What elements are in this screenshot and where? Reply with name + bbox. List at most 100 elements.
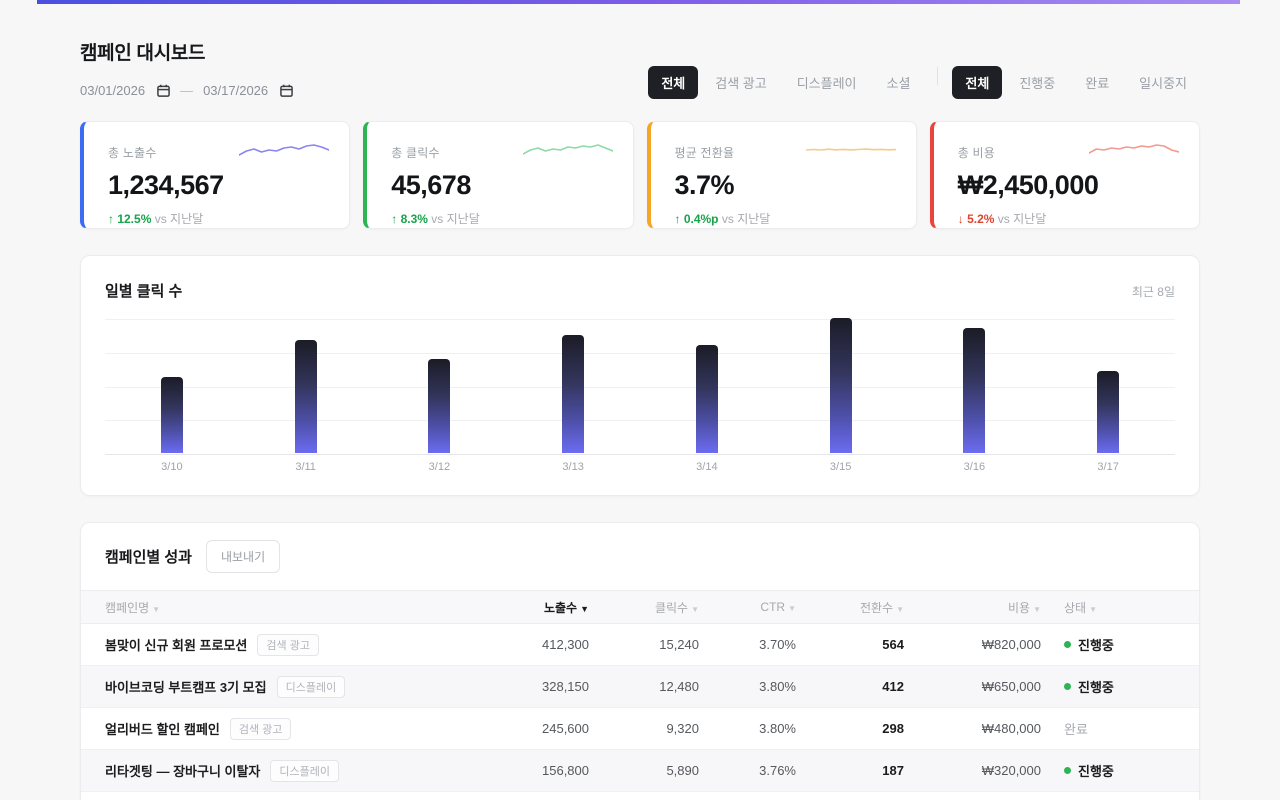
x-axis-label: 3/16 [908,461,1042,473]
kpi-delta: ↓ 5.2% vs 지난달 [958,210,1175,227]
campaign-type-tabs: 전체검색 광고디스플레이소셜 [648,66,923,99]
table-row[interactable]: 리타겟팅 — 장바구니 이탈자디스플레이156,8005,8903.76%187… [81,750,1199,792]
sort-arrow-icon: ▼ [1089,605,1097,614]
table-row[interactable]: 바이브코딩 부트캠프 3기 모집디스플레이328,15012,4803.80%4… [81,666,1199,708]
date-from-input[interactable]: 03/01/2026 [80,83,170,98]
impressions-cell: 156,800 [479,763,589,778]
clicks-cell: 5,890 [589,763,699,778]
status-cell: 완료 [1041,719,1175,738]
column-label: 캠페인명 [105,601,149,615]
campaign-type-badge: 검색 광고 [230,718,292,740]
conversions-cell: 298 [796,721,904,736]
calendar-icon[interactable] [280,84,293,97]
kpi-delta-value: ↑ 12.5% [108,212,155,226]
impressions-cell: 245,600 [479,721,589,736]
chart-gridline [105,387,1175,388]
tab-type-전체[interactable]: 전체 [648,66,698,99]
export-button[interactable]: 내보내기 [206,540,280,573]
ctr-cell: 3.70% [699,637,796,652]
column-header-노출수[interactable]: 노출수▼ [479,599,589,616]
kpi-card: 총 노출수1,234,567↑ 12.5% vs 지난달 [80,121,350,229]
tab-status-일시중지[interactable]: 일시중지 [1126,66,1200,99]
tab-status-전체[interactable]: 전체 [952,66,1002,99]
bar-3/14 [696,345,718,453]
filter-bar: 전체검색 광고디스플레이소셜 전체진행중완료일시중지 [648,52,1200,99]
campaign-type-badge: 검색 광고 [257,634,319,656]
kpi-sparkline-icon [239,138,329,169]
chart-range-label: 최근 8일 [1132,283,1175,300]
kpi-sparkline-icon [523,138,613,169]
conversions-cell: 412 [796,679,904,694]
column-label: 전환수 [860,601,893,615]
impressions-cell: 412,300 [479,637,589,652]
chart-title: 일별 클릭 수 [105,280,182,301]
campaign-type-badge: 디스플레이 [270,760,339,782]
tab-status-완료[interactable]: 완료 [1072,66,1122,99]
kpi-card-row: 총 노출수1,234,567↑ 12.5% vs 지난달총 클릭수45,678↑… [80,121,1200,229]
campaign-name: 바이브코딩 부트캠프 3기 모집 [105,677,267,696]
table-row[interactable]: 봄맞이 신규 회원 프로모션 검색 광고 412,30015,2403.70%564… [81,624,1199,666]
bar-3/11 [295,340,317,453]
kpi-delta: ↑ 8.3% vs 지난달 [391,210,608,227]
kpi-card: 총 비용₩2,450,000↓ 5.2% vs 지난달 [930,121,1200,229]
column-header-캠페인명[interactable]: 캠페인명▼ [105,599,479,616]
campaign-name: 봄맞이 신규 회원 프로모션 [105,635,247,654]
x-axis-label: 3/11 [239,461,373,473]
column-header-전환수[interactable]: 전환수▼ [796,599,904,616]
chart-gridline [105,454,1175,455]
date-to-input[interactable]: 03/17/2026 [203,83,293,98]
table-row[interactable]: 후기 기반 소셜 광고소셜78,2002,4103.08%76₩150,000일… [81,792,1199,800]
daily-clicks-chart-card: 일별 클릭 수 최근 8일 3/103/113/123/133/143/153/… [80,255,1200,496]
bar-3/15 [830,318,852,453]
page-header: 캠페인 대시보드 03/01/2026 — 03/17/2026 전체검 [80,0,1200,99]
kpi-delta-suffix: vs 지난달 [431,212,479,226]
tab-type-디스플레이[interactable]: 디스플레이 [784,66,870,99]
clicks-cell: 15,240 [589,637,699,652]
sort-arrow-icon: ▼ [1033,605,1041,614]
cost-cell: ₩320,000 [904,763,1041,778]
kpi-delta-suffix: vs 지난달 [155,212,203,226]
conversions-cell: 187 [796,763,904,778]
bar-chart-plot [105,319,1175,454]
tab-type-소셜[interactable]: 소셜 [874,66,924,99]
column-header-CTR[interactable]: CTR▼ [699,600,796,614]
conversions-cell: 564 [796,637,904,652]
x-axis-label: 3/15 [774,461,908,473]
kpi-card: 총 클릭수45,678↑ 8.3% vs 지난달 [363,121,633,229]
status-filter-tabs: 전체진행중완료일시중지 [952,66,1200,99]
campaign-name-cell: 봄맞이 신규 회원 프로모션 검색 광고 [105,634,479,656]
campaign-name-cell: 얼리버드 할인 캠페인검색 광고 [105,718,479,740]
clicks-cell: 12,480 [589,679,699,694]
bar-3/16 [963,328,985,453]
bar-3/10 [161,377,183,453]
kpi-delta-value: ↑ 0.4%p [675,212,722,226]
cost-cell: ₩650,000 [904,679,1041,694]
table-row[interactable]: 얼리버드 할인 캠페인검색 광고245,6009,3203.80%298₩480… [81,708,1199,750]
kpi-delta: ↑ 0.4%p vs 지난달 [675,210,892,227]
page: 캠페인 대시보드 03/01/2026 — 03/17/2026 전체검 [0,0,1280,800]
table-header: 캠페인별 성과 내보내기 [81,523,1199,590]
sort-arrow-icon: ▼ [152,605,160,614]
kpi-value: 1,234,567 [108,170,325,201]
kpi-value: 3.7% [675,170,892,201]
bar-3/13 [562,335,584,453]
status-label: 진행중 [1078,761,1114,780]
chart-x-axis-labels: 3/103/113/123/133/143/153/163/17 [105,461,1175,473]
x-axis-label: 3/13 [506,461,640,473]
clicks-cell: 9,320 [589,721,699,736]
column-label: 비용 [1008,601,1030,615]
calendar-icon[interactable] [157,84,170,97]
tab-status-진행중[interactable]: 진행중 [1006,66,1068,99]
top-accent-bar [37,0,1240,4]
campaign-name: 리타겟팅 — 장바구니 이탈자 [105,761,260,780]
status-label: 진행중 [1078,635,1114,654]
chart-gridline [105,319,1175,320]
date-from-value: 03/01/2026 [80,83,145,98]
column-header-상태[interactable]: 상태▼ [1041,599,1175,616]
tab-type-검색 광고[interactable]: 검색 광고 [702,66,779,99]
date-to-value: 03/17/2026 [203,83,268,98]
date-range: 03/01/2026 — 03/17/2026 [80,83,293,98]
column-header-클릭수[interactable]: 클릭수▼ [589,599,699,616]
column-header-비용[interactable]: 비용▼ [904,599,1041,616]
kpi-delta: ↑ 12.5% vs 지난달 [108,210,325,227]
